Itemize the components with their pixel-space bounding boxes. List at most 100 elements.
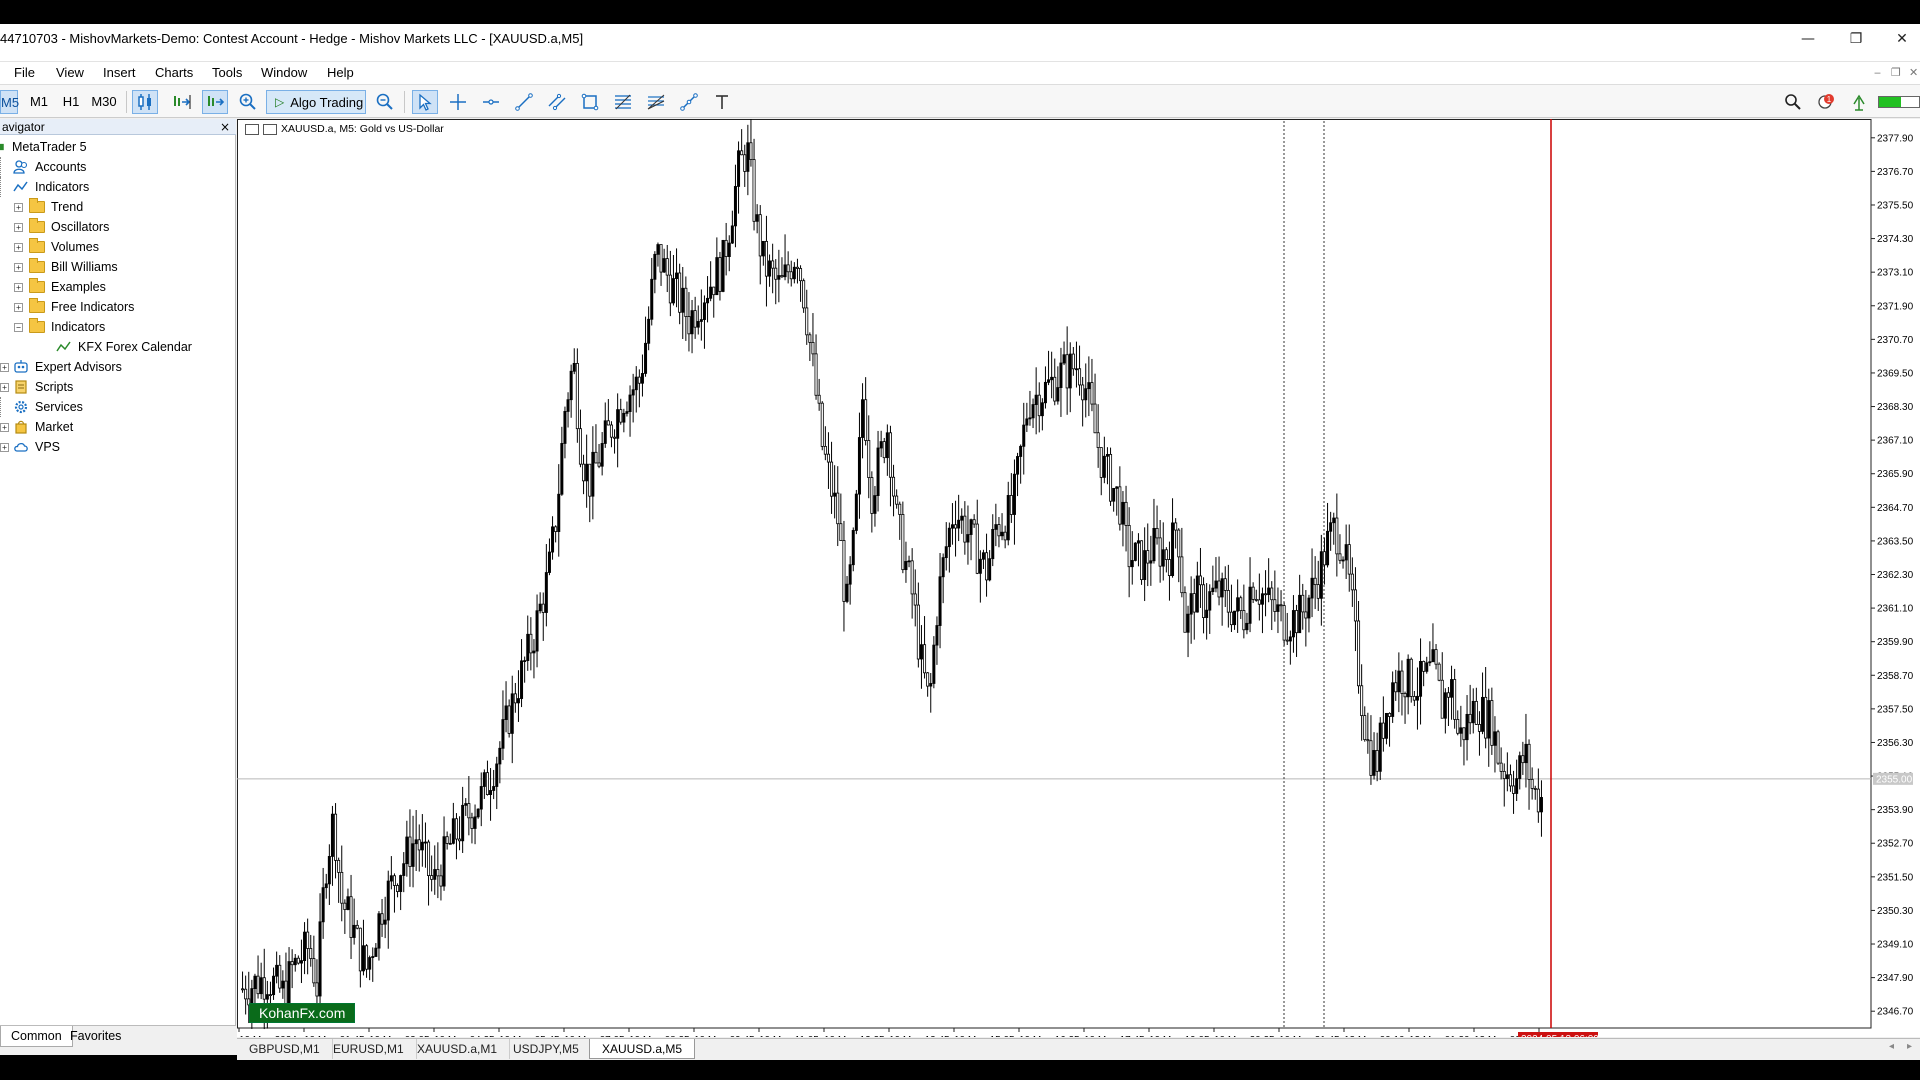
one-click-trading-icon[interactable]: [245, 123, 259, 135]
tab-scroll-left-icon[interactable]: ◂: [1889, 1041, 1894, 1052]
tree-item-examples[interactable]: + Examples: [14, 277, 106, 297]
metatrader-icon: [0, 139, 10, 155]
chart-tab-eurusd[interactable]: EURUSD,M1: [321, 1039, 417, 1059]
pitchfork-icon[interactable]: [676, 90, 702, 114]
menu-view[interactable]: View: [56, 65, 84, 80]
tree-item-expert-advisors[interactable]: + Expert Advisors: [0, 357, 122, 377]
candle-body: [1508, 774, 1512, 787]
candle-body: [1226, 590, 1230, 613]
expand-icon[interactable]: +: [14, 302, 23, 312]
menu-insert[interactable]: Insert: [103, 65, 136, 80]
candle-body: [1050, 376, 1054, 381]
chart-tab-usdjpy[interactable]: USDJPY,M5: [501, 1039, 592, 1059]
expand-icon[interactable]: +: [0, 362, 9, 372]
menu-charts[interactable]: Charts: [155, 65, 193, 80]
expand-icon[interactable]: +: [14, 202, 23, 212]
candle-body: [1329, 522, 1333, 532]
candle-body: [755, 214, 759, 222]
crosshair-icon[interactable]: [445, 90, 471, 114]
tree-root[interactable]: MetaTrader 5: [0, 137, 87, 157]
expand-icon[interactable]: +: [14, 262, 23, 272]
candle-body: [1158, 537, 1162, 567]
candle-body: [458, 838, 462, 842]
candle-body: [947, 527, 951, 548]
zoom-in-icon[interactable]: [235, 90, 261, 114]
chart-shift-icon[interactable]: [169, 90, 195, 114]
mdi-close-button[interactable]: ✕: [1909, 66, 1918, 79]
expand-icon[interactable]: +: [0, 442, 9, 452]
algo-trading-button[interactable]: ▷ Algo Trading: [266, 90, 366, 114]
tree-item-market[interactable]: + Market: [0, 417, 73, 437]
tree-item-scripts[interactable]: + Scripts: [0, 377, 73, 397]
tab-favorites[interactable]: Favorites: [60, 1026, 131, 1047]
signal-icon[interactable]: [1846, 90, 1872, 114]
candle-body: [975, 523, 979, 574]
tree-item-accounts[interactable]: Accounts: [0, 157, 86, 177]
menu-help[interactable]: Help: [327, 65, 354, 80]
text-tool-icon[interactable]: [709, 90, 735, 114]
menu-file[interactable]: File: [14, 65, 35, 80]
candle-body: [888, 432, 892, 478]
tree-item-volumes[interactable]: + Volumes: [14, 237, 99, 257]
horizontal-line-icon[interactable]: [478, 90, 504, 114]
timeframe-m30-button[interactable]: M30: [88, 90, 120, 114]
menu-window[interactable]: Window: [261, 65, 307, 80]
candlestick-chart-icon[interactable]: [132, 90, 158, 114]
minimize-button[interactable]: —: [1790, 24, 1826, 54]
timeframe-m5-button[interactable]: M5: [0, 90, 19, 114]
chart-window-icon[interactable]: [263, 123, 277, 135]
trendline-icon[interactable]: [511, 90, 537, 114]
expand-icon[interactable]: +: [0, 422, 9, 432]
notifications-icon[interactable]: 1: [1813, 90, 1839, 114]
tab-scroll-right-icon[interactable]: ▸: [1907, 1041, 1912, 1052]
timeframe-h1-button[interactable]: H1: [58, 90, 84, 114]
candle-body: [870, 477, 874, 514]
expand-icon[interactable]: +: [14, 242, 23, 252]
cursor-icon[interactable]: [412, 90, 438, 114]
zoom-out-icon[interactable]: [372, 90, 398, 114]
tree-item-free-indicators[interactable]: + Free Indicators: [14, 297, 134, 317]
navigator-close-button[interactable]: ×: [220, 119, 230, 135]
search-icon[interactable]: [1780, 90, 1806, 114]
candle-body: [758, 214, 762, 257]
candle-body: [1406, 658, 1410, 698]
restore-button[interactable]: ❐: [1838, 24, 1874, 54]
tree-item-indicators-folder[interactable]: − Indicators: [14, 317, 105, 337]
expand-icon[interactable]: +: [14, 222, 23, 232]
mdi-restore-button[interactable]: ❐: [1891, 66, 1901, 79]
price-tick-label: 2375.50: [1877, 200, 1914, 211]
candle-body: [554, 526, 558, 532]
candle-body: [467, 803, 471, 819]
chart-area[interactable]: 2377.90 2376.70 2375.50 2374.30 2373.10 2371.…: [237, 119, 1920, 1037]
expand-icon[interactable]: +: [0, 382, 9, 392]
tree-item-bill-williams[interactable]: + Bill Williams: [14, 257, 118, 277]
tree-item-kfx-forex-calendar[interactable]: KFX Forex Calendar: [56, 337, 192, 357]
close-button[interactable]: ✕: [1884, 24, 1920, 54]
candle-body: [1195, 575, 1199, 613]
tree-item-oscillators[interactable]: + Oscillators: [14, 217, 109, 237]
candle-body: [1521, 755, 1525, 764]
candle-body: [1391, 682, 1395, 717]
channel-icon[interactable]: [544, 90, 570, 114]
candle-body: [727, 242, 731, 257]
candle-body: [1248, 586, 1252, 624]
tree-item-services[interactable]: Services: [0, 397, 83, 417]
tree-item-trend[interactable]: + Trend: [14, 197, 83, 217]
chart-tab-xauusd-m5[interactable]: XAUUSD.a,M5: [589, 1039, 696, 1059]
fibo-fan-icon[interactable]: [643, 90, 669, 114]
expand-icon[interactable]: +: [14, 282, 23, 292]
mdi-minimize-button[interactable]: ‒: [1874, 66, 1881, 79]
chart-tab-gbpusd[interactable]: GBPUSD,M1: [237, 1039, 333, 1059]
price-chart[interactable]: 2377.90 2376.70 2375.50 2374.30 2373.10 2371.…: [237, 119, 1920, 1037]
chart-tab-xauusd-m1[interactable]: XAUUSD.a,M1: [405, 1039, 511, 1059]
candle-body: [811, 342, 815, 355]
collapse-icon[interactable]: −: [14, 322, 23, 332]
rectangle-icon[interactable]: [577, 90, 603, 114]
timeframe-m1-button[interactable]: M1: [26, 90, 52, 114]
candle-body: [1344, 544, 1348, 561]
tree-item-indicators[interactable]: Indicators: [0, 177, 89, 197]
menu-tools[interactable]: Tools: [212, 65, 242, 80]
autoscroll-icon[interactable]: [202, 90, 228, 114]
tree-item-vps[interactable]: + VPS: [0, 437, 60, 457]
fibonacci-icon[interactable]: [610, 90, 636, 114]
